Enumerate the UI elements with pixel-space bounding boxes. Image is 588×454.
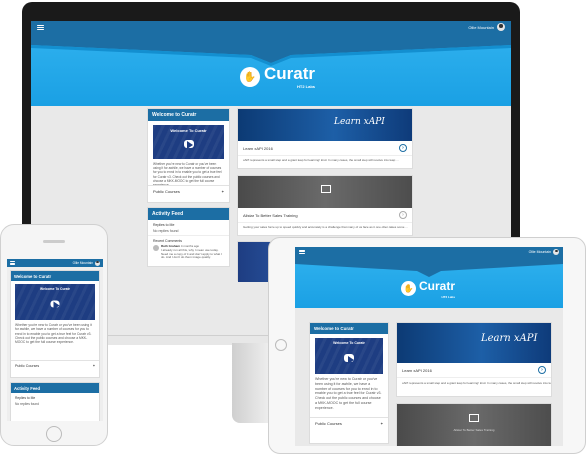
welcome-video[interactable]: Welcome To Curatr (153, 125, 224, 159)
public-courses-link[interactable]: Public Courses + (148, 185, 229, 197)
activity-feed-title: Activity Feed (148, 208, 229, 220)
chevron-right-circle-icon[interactable]: › (399, 211, 407, 219)
welcome-card-title: Welcome to Curatr (11, 271, 99, 281)
welcome-body: Whether you're new to Curatr or you've b… (153, 162, 222, 185)
welcome-card-title: Welcome to Curatr (310, 323, 388, 334)
lightbulb-logo-icon: ✋ (401, 280, 416, 296)
presentation-board-icon (321, 185, 331, 193)
welcome-video[interactable]: Welcome To Curatr (315, 338, 383, 374)
chevron-right-circle-icon[interactable]: › (538, 366, 546, 374)
replies-label: Replies to Me (15, 396, 36, 400)
brand-subtitle: HT2 Labs (441, 295, 456, 299)
course-name: Learn xAPI 2016 (402, 367, 432, 373)
presentation-board-icon (469, 414, 479, 422)
lightbulb-logo-icon: ✋ (240, 67, 260, 87)
comment-item[interactable]: Ruth Graham 4 months ago I already run a… (148, 243, 229, 262)
video-title: Welcome To Curatr (333, 341, 365, 345)
welcome-card: Welcome to Curatr Welcome To Curatr Whet… (309, 322, 389, 444)
welcome-card: Welcome to Curatr Welcome To Curatr Whet… (147, 108, 230, 203)
hero-banner: ✋ Curatr HT2 Labs (295, 256, 563, 308)
phone-home-button[interactable] (46, 426, 62, 442)
plus-icon: + (221, 189, 224, 194)
play-button-icon[interactable] (344, 353, 354, 364)
brand-logo: ✋ Curatr HT2 Labs (401, 277, 455, 299)
plus-icon: + (92, 364, 95, 368)
course-banner-text: Learn xAPI (481, 333, 538, 344)
top-navigation-bar: Ollie Mountain (31, 21, 511, 33)
video-title: Welcome To Curatr (40, 287, 70, 291)
user-menu[interactable]: Ollie Mountain (72, 260, 100, 266)
course-card[interactable]: Learn xAPI Learn xAPI 2016 › xAPI repres… (237, 108, 413, 169)
course-banner: Allstar To Better Sales Training (397, 404, 551, 446)
user-avatar-icon (553, 248, 559, 255)
user-menu[interactable]: Ollie Mountain (468, 23, 505, 31)
public-courses-link[interactable]: Public Courses + (310, 417, 388, 429)
tablet-screen: Ollie Mountain ✋ Curatr HT2 Labs Welcome… (295, 247, 563, 446)
activity-feed-title: Activity Feed (11, 383, 99, 393)
welcome-body: Whether you're new to Curatr or you've b… (315, 377, 382, 410)
brand-logo: ✋ Curatr HT2 Labs (240, 65, 315, 89)
top-navigation-bar: Ollie Mountain (295, 247, 563, 256)
replies-label: Replies to Me (153, 223, 175, 227)
play-button-icon[interactable] (183, 139, 194, 150)
comment-text: I already run all this, why I mean use t… (161, 247, 222, 260)
course-card[interactable]: Allstar To Better Sales Training › Getti… (237, 175, 413, 236)
video-title: Welcome To Curatr (170, 128, 207, 133)
top-navigation-bar: Ollie Mountain (7, 259, 103, 267)
public-courses-label: Public Courses (15, 364, 40, 368)
play-button-icon[interactable] (50, 300, 60, 310)
user-name: Ollie Mountain (72, 261, 93, 265)
course-name: Learn xAPI 2016 (243, 145, 273, 151)
user-avatar-icon (497, 23, 505, 31)
public-courses-link[interactable]: Public Courses + (11, 360, 99, 371)
course-card[interactable]: Learn xAPI Learn xAPI 2016 › xAPI repres… (396, 322, 552, 397)
plus-icon: + (380, 421, 383, 426)
phone-speaker (43, 240, 65, 243)
welcome-card-title: Welcome to Curatr (148, 109, 229, 121)
hamburger-menu-icon[interactable] (37, 24, 44, 30)
chevron-right-circle-icon[interactable]: › (399, 144, 407, 152)
public-courses-label: Public Courses (153, 189, 180, 194)
user-menu[interactable]: Ollie Mountain (528, 248, 559, 255)
commenter-avatar-icon (153, 245, 159, 251)
course-description: xAPI represents a small step and a giant… (397, 377, 551, 388)
user-avatar-icon (95, 260, 100, 266)
tablet-home-button[interactable] (275, 339, 287, 351)
no-replies-text: No replies found (15, 402, 40, 406)
no-replies-text: No replies found (148, 227, 229, 236)
course-banner: Learn xAPI (397, 323, 551, 363)
tablet-device: Ollie Mountain ✋ Curatr HT2 Labs Welcome… (268, 237, 586, 454)
user-name: Ollie Mountain (468, 24, 494, 30)
course-banner (238, 176, 412, 208)
recent-comments-label: Recent Comments (153, 239, 182, 243)
user-name: Ollie Mountain (528, 249, 551, 254)
hamburger-menu-icon[interactable] (299, 249, 305, 254)
brand-subtitle: HT2 Labs (297, 84, 316, 89)
course-description: Getting your sales force up to speed qui… (238, 222, 412, 231)
hamburger-menu-icon[interactable] (10, 261, 15, 265)
course-card[interactable]: Allstar To Better Sales Training (396, 403, 552, 446)
brand-name: Curatr (419, 279, 456, 293)
activity-feed-card: Activity Feed Replies to Me No replies f… (10, 382, 100, 421)
welcome-body: Whether you're new to Curatr or you've b… (15, 323, 92, 345)
activity-feed-card: Activity Feed Replies to Me No replies f… (147, 207, 230, 267)
welcome-video[interactable]: Welcome To Curatr (15, 284, 95, 320)
hero-banner: ✋ Curatr HT2 Labs (31, 33, 511, 106)
course-banner: Learn xAPI (238, 109, 412, 141)
phone-screen: Ollie Mountain Welcome to Curatr Welcome… (7, 259, 103, 421)
public-courses-label: Public Courses (315, 421, 342, 426)
phone-device: Ollie Mountain Welcome to Curatr Welcome… (0, 224, 108, 446)
brand-name: Curatr (264, 64, 316, 83)
welcome-card: Welcome to Curatr Welcome To Curatr Whet… (10, 270, 100, 378)
course-banner-caption: Allstar To Better Sales Training (453, 428, 495, 432)
course-name: Allstar To Better Sales Training (243, 212, 298, 218)
course-description: xAPI represents a small step and a giant… (238, 155, 412, 164)
course-banner-text: Learn xAPI (334, 117, 385, 127)
